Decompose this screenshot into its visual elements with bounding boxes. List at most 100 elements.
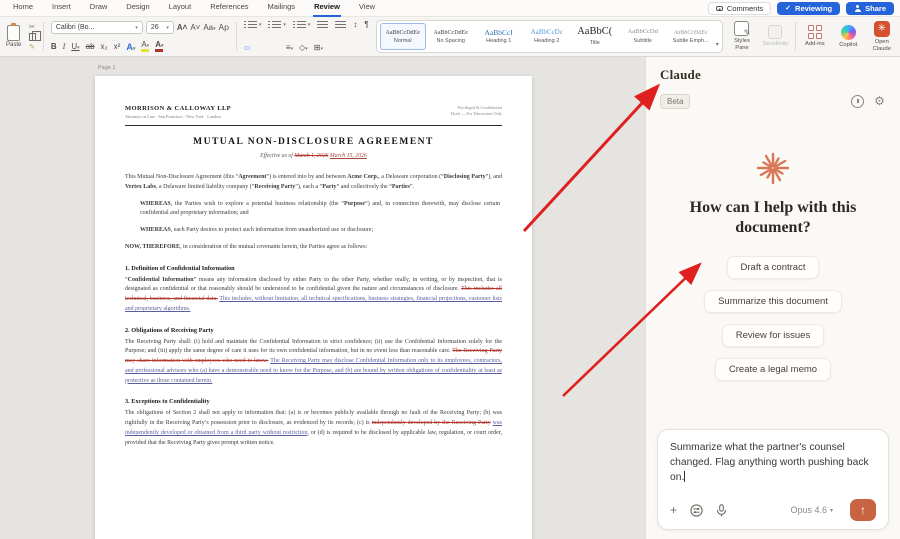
style-heading-1[interactable]: AaBbCcI Heading 1 [476, 23, 522, 50]
tab-home[interactable]: Home [12, 0, 34, 17]
section-2-heading: 2. Obligations of Receiving Party [125, 326, 214, 334]
ribbon-tabs: Home Insert Draw Design Layout References Mail… [6, 0, 376, 17]
shading-button[interactable]: ◇▾ [299, 44, 308, 52]
paste-button[interactable]: Paste [6, 23, 21, 48]
font-size-value: 26 [150, 24, 159, 31]
numbering-button[interactable]: ▾ [268, 21, 286, 29]
tools-icon[interactable] [690, 503, 703, 517]
increase-indent-button[interactable] [335, 21, 347, 29]
model-selector[interactable]: Opus 4.6 ▾ [790, 505, 833, 515]
text-effects-button[interactable]: A▾ [126, 42, 135, 52]
suggestion-review-for-issues[interactable]: Review for issues [721, 324, 825, 348]
suggestion-summarize-this-document[interactable]: Summarize this document [704, 290, 842, 314]
claude-panel-title: Claude [660, 67, 701, 82]
settings-gear-icon[interactable]: ⚙ [873, 95, 886, 108]
tab-mailings[interactable]: Mailings [267, 0, 297, 17]
superscript-button[interactable]: x² [114, 42, 121, 51]
check-icon: ✓ [785, 5, 792, 12]
align-left-button[interactable] [243, 46, 250, 50]
styles-pane-icon [734, 21, 750, 37]
tab-view[interactable]: View [358, 0, 376, 17]
bold-button[interactable]: B [51, 42, 57, 51]
justify-button[interactable] [276, 47, 280, 49]
add-ins-label: Add-ins [804, 41, 825, 48]
styles-gallery: AaBbCcDdEe Normal AaBbCcDdEe No Spacing AaBb… [375, 20, 723, 53]
align-right-button[interactable] [266, 47, 270, 49]
grow-font-button[interactable]: A˄ [177, 23, 187, 32]
copilot-button[interactable]: Copilot [834, 20, 863, 53]
send-button[interactable]: ↑ [850, 499, 876, 521]
share-person-icon [854, 4, 861, 12]
section-2-body: The Receiving Party shall: (i) hold and … [125, 338, 502, 384]
chevron-down-icon: ▾ [829, 507, 833, 514]
whereas-clause-1: WHEREAS, the Parties wish to explore a p… [140, 200, 500, 217]
effective-date-line: Effective as of March 1, 2026 March 15, … [260, 153, 367, 159]
decrease-indent-button[interactable] [317, 21, 329, 29]
bullets-button[interactable]: ▾ [243, 21, 261, 29]
suggestion-create-a-legal-memo[interactable]: Create a legal memo [714, 358, 832, 382]
font-color-button[interactable]: A▾ [155, 41, 164, 52]
clipboard-icon [7, 23, 21, 41]
change-case-button[interactable]: Aa▾ [203, 23, 215, 32]
style-subtle-emph-[interactable]: AaBbCcDdEe Subtle Emph... [668, 23, 714, 50]
share-button[interactable]: Share [846, 1, 894, 15]
underline-button[interactable]: U▾ [71, 42, 79, 51]
sensitivity-button[interactable]: Sensitivity [761, 20, 790, 53]
style-no-spacing[interactable]: AaBbCcDdEe No Spacing [428, 23, 474, 50]
styles-pane-button[interactable]: Styles Pane [728, 20, 757, 53]
tab-draw[interactable]: Draw [89, 0, 109, 17]
tab-layout[interactable]: Layout [168, 0, 193, 17]
tab-references[interactable]: References [209, 0, 249, 17]
comments-button[interactable]: Comments [707, 1, 772, 15]
tab-design[interactable]: Design [125, 0, 150, 17]
sort-button[interactable]: ↕ [353, 21, 357, 29]
show-paragraph-marks-button[interactable]: ¶ [364, 21, 368, 29]
style-heading-2[interactable]: AaBbCcDc Heading 2 [524, 23, 570, 50]
document-page[interactable]: MORRISON & CALLOWAY LLP Attorneys at Law… [95, 76, 532, 539]
open-claude-button[interactable]: ✳ Open Claude [868, 20, 897, 53]
suggestion-buttons: Draft a contract Summarize this document R… [704, 256, 842, 382]
section-1-body: “Confidential Information” means any inf… [125, 276, 502, 312]
history-icon[interactable] [851, 95, 864, 108]
tab-review[interactable]: Review [313, 0, 341, 17]
suggestion-draft-a-contract[interactable]: Draft a contract [726, 256, 820, 280]
highlight-button[interactable]: A▾ [141, 41, 150, 52]
style-subtitle[interactable]: AaBbCcDd Subtitle [620, 23, 666, 50]
letterhead-rule [125, 125, 502, 126]
style-title[interactable]: AaBbC(Title [572, 23, 618, 50]
cut-button[interactable]: ✂ [29, 23, 36, 31]
attach-plus-icon[interactable]: + [670, 504, 677, 516]
composer-input[interactable]: Summarize what the partner's counsel cha… [670, 441, 876, 486]
italic-button[interactable]: I [63, 42, 66, 51]
ribbon: Paste ✂ ✎ Calibri (Bo... ▾ 26 ▾ A˄ A˅ Aa▾ … [0, 17, 900, 57]
intro-paragraph: This Mutual Non-Disclosure Agreement (th… [125, 174, 502, 190]
clear-formatting-button[interactable]: A𝗉 [219, 23, 229, 32]
greeting-text: How can I help with this document? [689, 199, 857, 237]
model-name: Opus 4.6 [790, 505, 827, 515]
tab-insert[interactable]: Insert [51, 0, 72, 17]
borders-button[interactable]: ⊞▾ [314, 44, 323, 52]
align-center-button[interactable] [256, 47, 260, 49]
document-title: MUTUAL NON-DISCLOSURE AGREEMENT [193, 137, 434, 147]
subscript-button[interactable]: x₂ [101, 42, 108, 51]
page-number-label: Page 1 [98, 65, 116, 71]
shrink-font-button[interactable]: A˅ [190, 23, 200, 32]
strikethrough-button[interactable]: ab [86, 42, 95, 51]
draft-marking: Draft — For Discussion Only [450, 111, 502, 117]
therefore-clause: NOW, THEREFORE, in consideration of the … [125, 243, 368, 250]
whereas-clause-2: WHEREAS, each Party desires to protect s… [140, 227, 374, 234]
format-painter-button[interactable]: ✎ [29, 43, 36, 51]
copy-button[interactable] [29, 30, 42, 41]
font-size-select[interactable]: 26 ▾ [145, 21, 174, 34]
multilevel-list-button[interactable]: ▾ [292, 21, 310, 29]
section-3-heading: 3. Exceptions to Confidentiality [125, 398, 210, 406]
font-name-select[interactable]: Calibri (Bo... ▾ [50, 21, 143, 34]
copilot-icon [840, 24, 856, 40]
composer-card[interactable]: Summarize what the partner's counsel cha… [657, 429, 889, 530]
styles-gallery-more-button[interactable]: ▾ [716, 23, 719, 50]
microphone-icon[interactable] [716, 503, 727, 517]
style-normal[interactable]: AaBbCcDdEe Normal [379, 23, 426, 50]
add-ins-button[interactable]: Add-ins [801, 20, 830, 53]
reviewing-button[interactable]: ✓ Reviewing [777, 1, 841, 15]
line-spacing-button[interactable]: ≡▾ [286, 44, 293, 52]
